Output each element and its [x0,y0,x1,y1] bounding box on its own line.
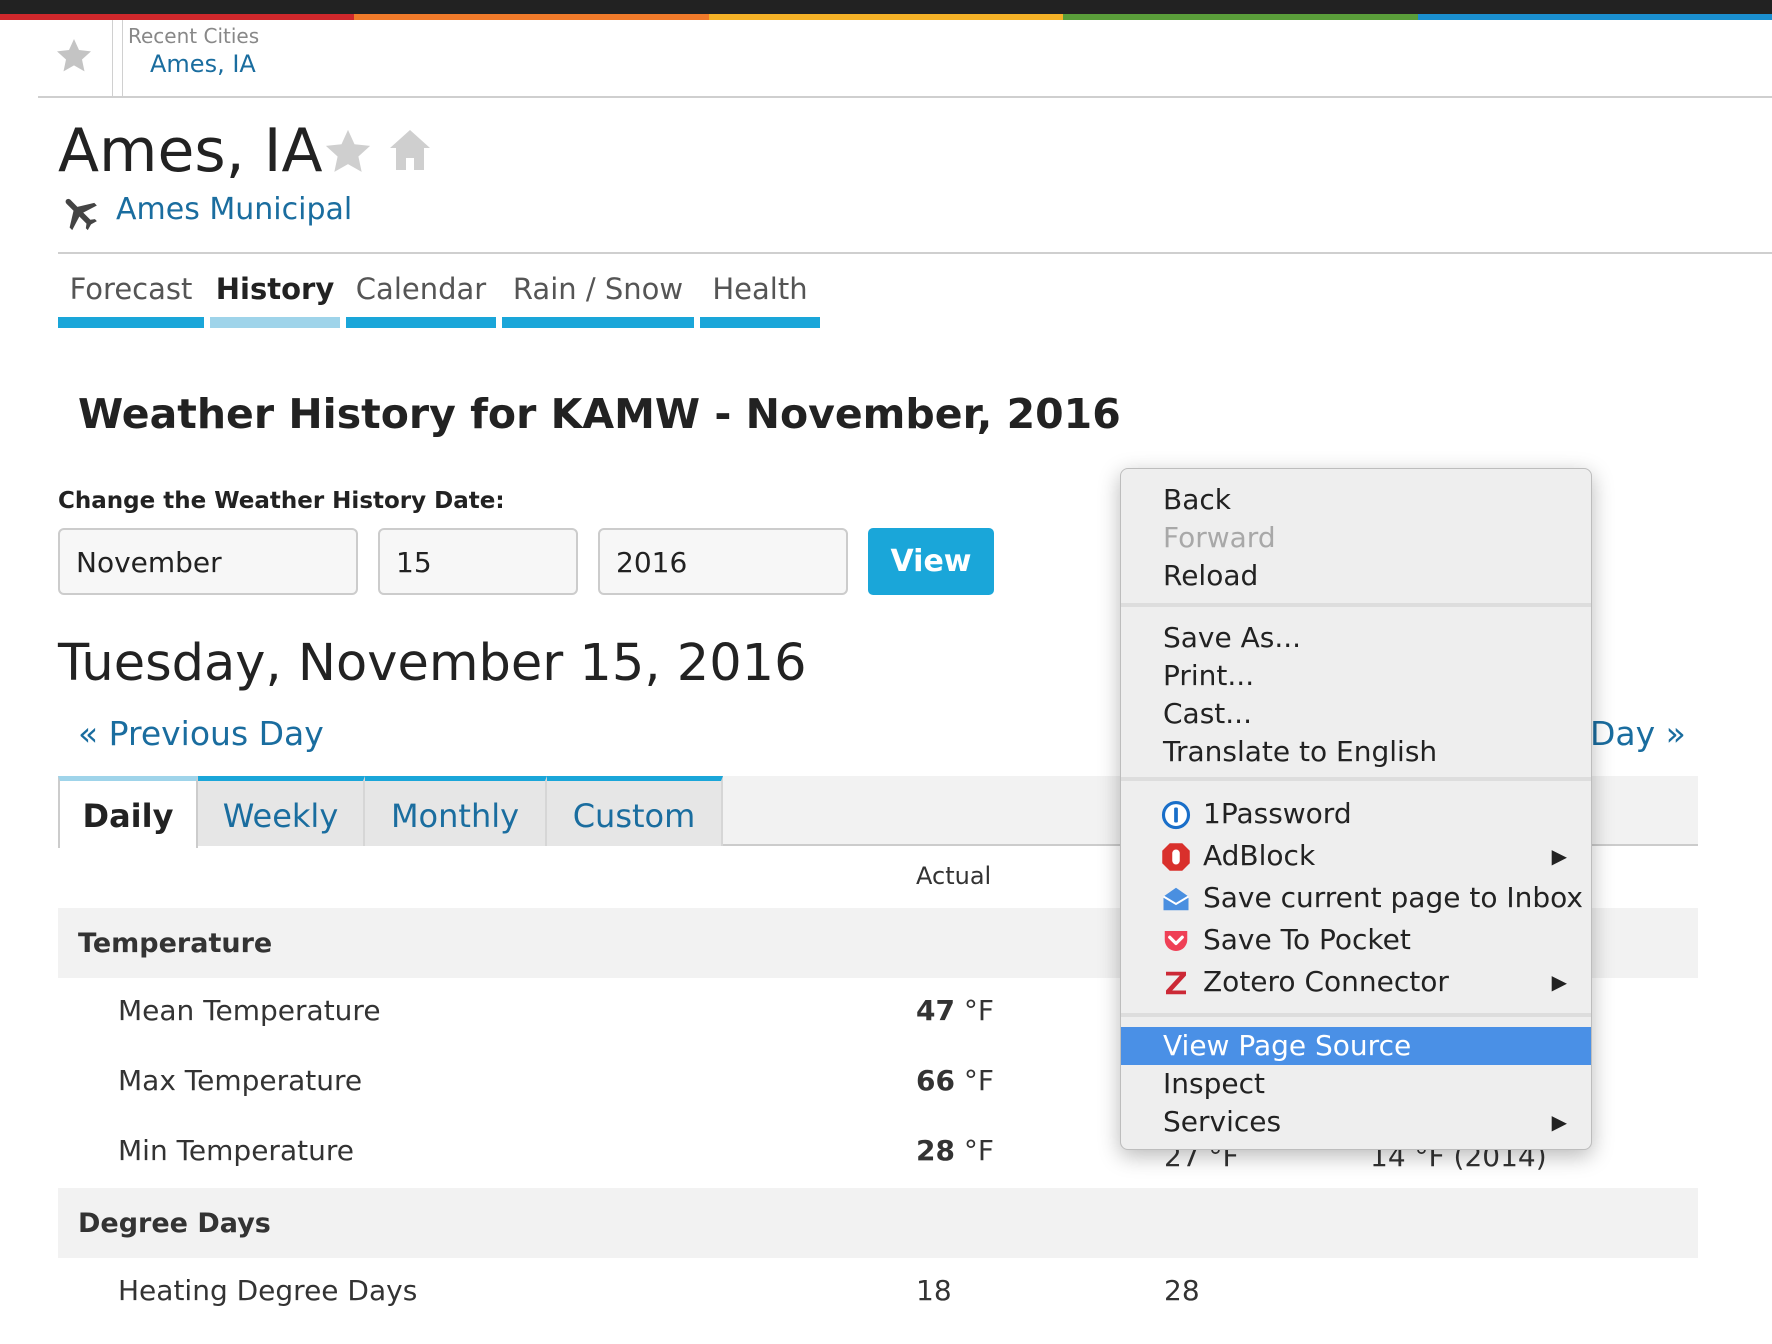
menu-item-inspect[interactable]: Inspect [1121,1065,1591,1103]
divider [112,20,113,96]
menu-item-save-as[interactable]: Save As... [1121,619,1591,657]
menu-separator [1121,603,1591,607]
tab-label: Forecast [69,272,193,306]
menu-item-save-to-inbox[interactable]: Save current page to Inbox [1121,879,1591,917]
tab-label: History [215,272,335,306]
adblock-icon [1162,843,1190,871]
menu-item-translate[interactable]: Translate to English [1121,733,1591,771]
menu-item-label: Services [1163,1105,1282,1138]
row-label: Heating Degree Days [118,1274,418,1307]
menu-item-back[interactable]: Back [1121,481,1591,519]
menu-item-1password[interactable]: 1Password [1121,795,1591,833]
menu-item-forward: Forward [1163,521,1276,554]
star-icon[interactable] [322,126,374,178]
divider [58,252,1772,254]
month-select[interactable]: November [58,528,358,595]
menu-item-label: Zotero Connector [1203,965,1449,998]
day-select[interactable]: 15 [378,528,578,595]
menu-item-label: AdBlock [1203,839,1316,872]
section-header-degree-days: Degree Days [58,1188,1698,1258]
tab-monthly[interactable]: Monthly [365,776,547,846]
recent-city-link[interactable]: Ames, IA [150,50,256,78]
actual-value: 47 °F [916,994,994,1027]
menu-item-print[interactable]: Print... [1121,657,1591,695]
tab-calendar[interactable]: Calendar [346,268,496,328]
menu-item-reload[interactable]: Reload [1121,557,1591,595]
station-link[interactable]: Ames Municipal [116,192,352,227]
year-select[interactable]: 2016 [598,528,848,595]
brand-color-strip [0,14,1772,20]
row-label: Max Temperature [118,1064,363,1097]
view-button[interactable]: View [868,528,994,595]
submenu-arrow-icon: ▶ [1551,1110,1567,1134]
tab-weekly[interactable]: Weekly [198,776,365,846]
menu-separator [1121,1013,1591,1017]
tab-label: Calendar [355,272,487,306]
menu-item-zotero[interactable]: Zotero Connector ▶ [1121,963,1591,1001]
actual-value: 28 °F [916,1134,994,1167]
context-menu: Back Forward Reload Save As... Print... … [1120,468,1592,1150]
zotero-icon [1166,971,1186,995]
1password-icon [1161,800,1191,830]
submenu-arrow-icon: ▶ [1551,970,1567,994]
menu-item-label: Save To Pocket [1203,923,1411,956]
next-day-link[interactable]: Day » [1590,714,1686,753]
tab-history[interactable]: History [210,268,340,328]
column-header-actual: Actual [916,862,992,890]
browser-top-bar [0,0,1772,14]
favorite-star-icon[interactable] [54,36,94,76]
date-form-label: Change the Weather History Date: [58,488,505,514]
tab-label: Health [712,272,808,306]
actual-value: 18 [916,1274,952,1307]
average-value: 28 [1164,1274,1200,1307]
section-label: Temperature [78,928,273,959]
menu-item-cast[interactable]: Cast... [1121,695,1591,733]
tab-daily[interactable]: Daily [58,776,198,848]
row-label: Min Temperature [118,1134,354,1167]
tab-label: Rain / Snow [512,272,684,306]
submenu-arrow-icon: ▶ [1551,844,1567,868]
divider [38,96,1772,98]
city-title: Ames, IA [58,116,323,186]
recent-cities-label: Recent Cities [128,24,260,48]
menu-separator [1121,777,1591,781]
pocket-icon [1164,931,1188,951]
inbox-icon [1162,887,1190,911]
date-heading: Tuesday, November 15, 2016 [58,634,807,693]
menu-item-label: 1Password [1203,797,1352,830]
menu-item-adblock[interactable]: AdBlock ▶ [1121,837,1591,875]
row-label: Mean Temperature [118,994,381,1027]
menu-item-view-page-source[interactable]: View Page Source [1121,1027,1591,1065]
divider [122,20,123,96]
section-label: Degree Days [78,1208,271,1239]
page-title: Weather History for KAMW - November, 201… [78,390,1121,438]
tab-forecast[interactable]: Forecast [58,268,204,328]
menu-item-save-to-pocket[interactable]: Save To Pocket [1121,921,1591,959]
airplane-icon [65,198,97,231]
previous-day-link[interactable]: « Previous Day [78,714,324,753]
tab-health[interactable]: Health [700,268,820,328]
tab-rain-snow[interactable]: Rain / Snow [502,268,694,328]
actual-value: 66 °F [916,1064,994,1097]
menu-item-label: Save current page to Inbox [1203,881,1583,914]
home-icon[interactable] [386,126,434,174]
tab-custom[interactable]: Custom [547,776,723,846]
menu-item-services[interactable]: Services ▶ [1121,1103,1591,1141]
